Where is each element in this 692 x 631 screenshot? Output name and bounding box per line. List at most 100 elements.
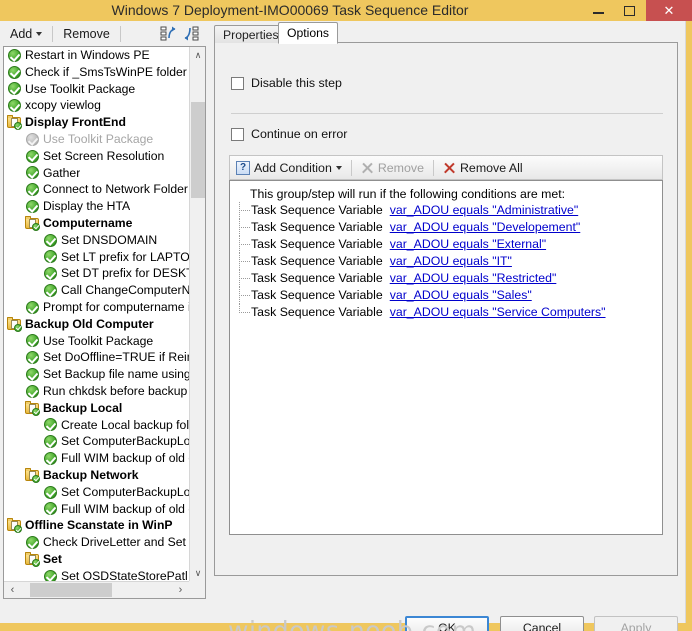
tree-item[interactable]: Offline Scanstate in WinP	[4, 517, 189, 534]
green-check-icon	[25, 535, 40, 550]
tree-item[interactable]: Set LT prefix for LAPTOP	[4, 249, 189, 266]
tree-item-label: xcopy viewlog	[25, 98, 101, 113]
maximize-button[interactable]	[615, 0, 643, 21]
disabled-check-icon	[25, 132, 40, 147]
tree-item-label: Check if _SmsTsWinPE folder is pre	[25, 64, 189, 79]
tree-item[interactable]: Set DoOffline=TRUE if Reinstal	[4, 349, 189, 366]
tree-item[interactable]: Display the HTA	[4, 198, 189, 215]
condition-expression-link[interactable]: var_ADOU equals "Restricted"	[390, 270, 557, 287]
section-divider	[231, 113, 663, 114]
tree-item[interactable]: Use Toolkit Package	[4, 81, 189, 98]
tree-item[interactable]: Backup Local	[4, 400, 189, 417]
conditions-list[interactable]: This group/step will run if the followin…	[229, 180, 663, 535]
condition-row[interactable]: Task Sequence Variable var_ADOU equals "I…	[230, 253, 662, 270]
tree-item[interactable]: Set ComputerBackupLocat	[4, 484, 189, 501]
tree-item[interactable]: Gather	[4, 165, 189, 182]
disable-step-row[interactable]: Disable this step	[231, 76, 342, 90]
tree-item[interactable]: Set Backup file name using Con	[4, 366, 189, 383]
tree-item-label: Prompt for computername if = M	[43, 299, 189, 314]
scroll-down-arrow-icon[interactable]: ∨	[190, 565, 205, 582]
disable-step-checkbox[interactable]	[231, 76, 244, 90]
scroll-right-arrow-icon[interactable]: ›	[172, 582, 189, 598]
scroll-left-arrow-icon[interactable]: ‹	[4, 582, 21, 598]
tree-item[interactable]: xcopy viewlog	[4, 97, 189, 114]
condition-row[interactable]: Task Sequence Variable var_ADOU equals "D…	[230, 219, 662, 236]
remove-all-label: Remove All	[459, 160, 523, 175]
tab-options[interactable]: Options	[278, 22, 339, 44]
tree-horizontal-scrollbar[interactable]: ‹ ›	[4, 581, 205, 598]
tree-item-label: Use Toolkit Package	[25, 81, 136, 96]
add-button[interactable]: Add	[5, 24, 47, 44]
condition-expression-link[interactable]: var_ADOU equals "IT"	[390, 253, 512, 270]
tree-connector-icon	[236, 236, 251, 253]
tree-vscroll-thumb[interactable]	[191, 102, 205, 198]
task-sequence-tree[interactable]: Restart in Windows PE Check if _SmsTsWinP…	[4, 47, 189, 582]
minimize-icon	[584, 0, 612, 21]
remove-step-button[interactable]: Remove	[58, 24, 115, 44]
tree-item[interactable]: Check DriveLetter and Set	[4, 534, 189, 551]
continue-on-error-checkbox[interactable]	[231, 127, 244, 141]
green-check-icon	[7, 98, 22, 113]
tree-item[interactable]: Create Local backup folder	[4, 417, 189, 434]
tree-hscroll-thumb[interactable]	[30, 583, 112, 597]
condition-expression-link[interactable]: var_ADOU equals "Service Computers"	[390, 304, 606, 321]
condition-expression-link[interactable]: var_ADOU equals "Developement"	[390, 219, 581, 236]
apply-button[interactable]: Apply	[594, 616, 678, 631]
tree-item[interactable]: Full WIM backup of old con	[4, 450, 189, 467]
condition-row[interactable]: Task Sequence Variable var_ADOU equals "A…	[230, 202, 662, 219]
task-sequence-editor-window: Windows 7 Deployment-IMO00069 Task Seque…	[0, 0, 692, 631]
tree-item[interactable]: Connect to Network Folder	[4, 181, 189, 198]
folder-group-icon	[25, 215, 40, 231]
add-condition-button[interactable]: ? Add Condition	[230, 156, 348, 179]
remove-condition-button[interactable]: Remove	[355, 156, 430, 179]
condition-row[interactable]: Task Sequence Variable var_ADOU equals "S…	[230, 287, 662, 304]
conditions-header: This group/step will run if the followin…	[250, 187, 566, 201]
tree-item[interactable]: Check if _SmsTsWinPE folder is pre	[4, 64, 189, 81]
green-check-icon	[43, 501, 58, 516]
tree-item[interactable]: Full WIM backup of old con	[4, 501, 189, 518]
continue-on-error-row[interactable]: Continue on error	[231, 127, 347, 141]
condition-row[interactable]: Task Sequence Variable var_ADOU equals "E…	[230, 236, 662, 253]
add-button-label: Add	[10, 26, 33, 41]
close-button[interactable]: ✕	[646, 0, 692, 21]
tree-item[interactable]: Restart in Windows PE	[4, 47, 189, 64]
tree-item[interactable]: Use Toolkit Package	[4, 131, 189, 148]
tree-item[interactable]: Set Screen Resolution	[4, 148, 189, 165]
move-up-icon[interactable]	[160, 25, 177, 42]
cancel-button[interactable]: Cancel	[500, 616, 584, 631]
tree-item[interactable]: Call ChangeComputerName	[4, 282, 189, 299]
condition-expression-link[interactable]: var_ADOU equals "Sales"	[390, 287, 532, 304]
move-down-icon[interactable]	[183, 25, 200, 42]
tree-item[interactable]: Set DT prefix for DESKTOP	[4, 265, 189, 282]
tree-item[interactable]: Backup Old Computer	[4, 316, 189, 333]
tree-item[interactable]: Run chkdsk before backup	[4, 383, 189, 400]
condition-row[interactable]: Task Sequence Variable var_ADOU equals "S…	[230, 304, 662, 321]
tree-item[interactable]: Set OSDStateStorePatl	[4, 568, 189, 582]
scroll-up-arrow-icon[interactable]: ∧	[190, 47, 205, 64]
ok-button[interactable]: OK	[405, 616, 489, 631]
condition-expression-link[interactable]: var_ADOU equals "Administrative"	[390, 202, 578, 219]
tree-vertical-scrollbar[interactable]: ∧ ∨	[189, 47, 205, 582]
tree-item[interactable]: Set ComputerBackupLocat	[4, 433, 189, 450]
condition-expression-link[interactable]: var_ADOU equals "External"	[390, 236, 546, 253]
tree-item[interactable]: Use Toolkit Package	[4, 333, 189, 350]
condition-row[interactable]: Task Sequence Variable var_ADOU equals "R…	[230, 270, 662, 287]
remove-all-conditions-button[interactable]: Remove All	[437, 156, 529, 179]
tree-item[interactable]: Backup Network	[4, 467, 189, 484]
tree-item[interactable]: Display FrontEnd	[4, 114, 189, 131]
tree-item[interactable]: Set	[4, 551, 189, 568]
tree-item[interactable]: Set DNSDOMAIN	[4, 232, 189, 249]
tab-properties[interactable]: Properties	[214, 25, 288, 43]
condition-toolbar-separator-1	[350, 159, 352, 176]
toolbar-icon-group	[160, 25, 200, 42]
tree-item-label: Display FrontEnd	[25, 115, 126, 130]
tree-item[interactable]: Prompt for computername if = M	[4, 299, 189, 316]
green-check-icon	[25, 333, 40, 348]
tree-item[interactable]: Computername	[4, 215, 189, 232]
green-check-icon	[43, 451, 58, 466]
add-condition-label: Add Condition	[254, 160, 332, 175]
green-check-icon	[7, 48, 22, 63]
minimize-button[interactable]	[584, 0, 612, 21]
green-check-icon	[25, 165, 40, 180]
green-check-icon	[7, 65, 22, 80]
